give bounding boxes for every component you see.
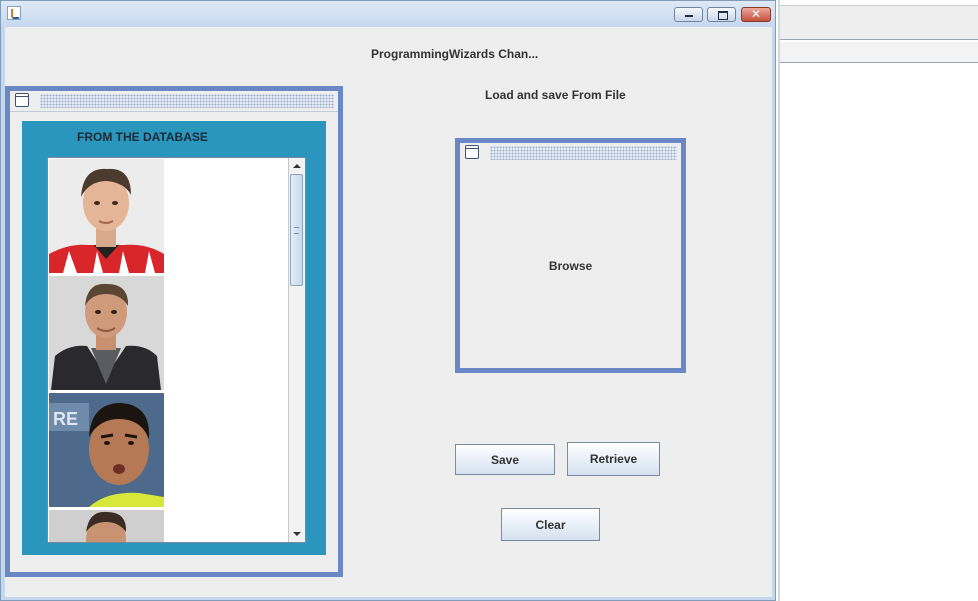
arrow-up-icon [293, 164, 301, 168]
browse-button[interactable]: Browse [460, 163, 681, 368]
file-section-title: Load and save From File [485, 88, 626, 102]
clear-button[interactable]: Clear [501, 508, 600, 541]
main-window: ✕ ProgrammingWizards Chan... FROM THE DA… [0, 0, 776, 601]
svg-text:RE: RE [53, 409, 78, 429]
browse-internal-frame: Browse [455, 138, 686, 373]
frame-menu-icon[interactable] [465, 145, 479, 159]
image-list[interactable]: RE [47, 157, 306, 543]
player-photo-3[interactable]: RE [49, 393, 164, 507]
player-photo-4-image [49, 510, 164, 542]
frame-menu-icon[interactable] [15, 93, 29, 107]
maximize-button[interactable] [707, 7, 736, 22]
internal-frame-titlebar[interactable] [10, 91, 338, 112]
background-window-toolbar [780, 42, 978, 63]
java-app-icon[interactable] [7, 6, 21, 20]
content-pane: ProgrammingWizards Chan... FROM THE DATA… [5, 27, 772, 597]
maximize-icon [718, 11, 728, 20]
arrow-down-icon [293, 532, 301, 536]
scroll-thumb[interactable] [290, 174, 303, 286]
window-titlebar[interactable]: ✕ [1, 1, 775, 27]
player-photo-1[interactable] [49, 159, 164, 273]
minimize-button[interactable] [674, 7, 703, 22]
retrieve-button[interactable]: Retrieve [567, 442, 660, 476]
internal-frame-titlebar[interactable] [460, 143, 681, 164]
save-button[interactable]: Save [455, 444, 555, 475]
background-window-titlebar [780, 5, 978, 40]
player-photo-4[interactable] [49, 510, 164, 542]
player-photo-1-image [49, 159, 164, 273]
minimize-icon [685, 15, 693, 17]
page-title: ProgrammingWizards Chan... [371, 47, 539, 61]
database-panel-title: FROM THE DATABASE [77, 130, 208, 144]
database-panel: FROM THE DATABASE RE [22, 121, 326, 555]
scroll-down-button[interactable] [289, 526, 305, 542]
background-window [778, 0, 978, 601]
player-photo-2-image [49, 276, 164, 390]
player-photo-3-image: RE [49, 393, 164, 507]
player-photo-2[interactable] [49, 276, 164, 390]
close-button[interactable]: ✕ [741, 7, 771, 22]
titlebar-grip [490, 146, 677, 160]
database-internal-frame: FROM THE DATABASE RE [5, 86, 343, 577]
scroll-up-button[interactable] [289, 158, 305, 174]
titlebar-grip [40, 94, 334, 108]
image-list-scrollbar[interactable] [288, 158, 305, 542]
close-icon: ✕ [750, 7, 762, 21]
